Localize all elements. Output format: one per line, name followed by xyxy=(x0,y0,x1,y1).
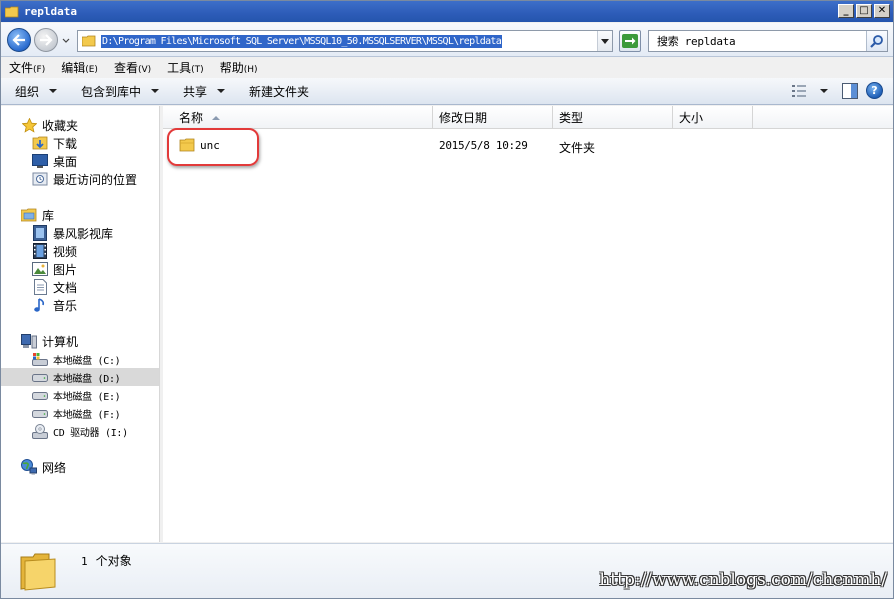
folder-icon xyxy=(82,35,96,47)
nav-pictures[interactable]: 图片 xyxy=(1,260,159,278)
preview-pane-icon[interactable] xyxy=(842,82,858,99)
column-header: 名称 修改日期 类型 大小 xyxy=(163,106,893,129)
film-icon xyxy=(32,243,48,259)
share-button[interactable]: 共享 xyxy=(183,83,226,100)
new-folder-button[interactable]: 新建文件夹 xyxy=(249,83,309,100)
address-path[interactable]: D:\Program Files\Microsoft SQL Server\MS… xyxy=(101,34,503,48)
desktop-icon xyxy=(32,153,48,169)
nav-storm-video-library[interactable]: 暴风影视库 xyxy=(1,224,159,242)
file-type-cell: 文件夹 xyxy=(559,141,596,155)
command-bar: 组织 包含到库中 共享 新建文件夹 ? xyxy=(1,78,893,105)
organize-button[interactable]: 组织 xyxy=(15,83,58,100)
hard-drive-icon xyxy=(32,387,48,403)
nav-libraries[interactable]: 库 xyxy=(1,206,159,224)
arrow-right-icon xyxy=(40,34,53,46)
maximize-button[interactable]: □ xyxy=(856,4,872,18)
nav-computer[interactable]: 计算机 xyxy=(1,332,159,350)
hard-drive-icon xyxy=(32,405,48,421)
search-button[interactable] xyxy=(866,31,887,51)
title-bar[interactable]: repldata _ □ ✕ xyxy=(1,1,893,22)
details-view-icon xyxy=(792,84,806,97)
nav-recent-places[interactable]: 最近访问的位置 xyxy=(1,170,159,188)
search-input[interactable]: 搜索 repldata xyxy=(657,33,736,49)
arrow-left-icon xyxy=(12,34,25,46)
address-row: D:\Program Files\Microsoft SQL Server\MS… xyxy=(1,23,893,57)
navigation-pane: 收藏夹 下载 桌面 最近访问的位置 库 暴风影视库 视频 图片 文档 音乐 计算… xyxy=(1,106,160,542)
help-icon[interactable]: ? xyxy=(866,82,883,99)
column-name[interactable]: 名称 xyxy=(163,106,433,129)
cd-drive-icon xyxy=(32,423,48,439)
window-controls: _ □ ✕ xyxy=(838,4,890,18)
download-folder-icon xyxy=(32,135,48,151)
nav-drive-c[interactable]: 本地磁盘 (C:) xyxy=(1,350,159,368)
chevron-down-icon xyxy=(601,38,609,44)
folder-large-icon xyxy=(20,553,56,591)
video-library-icon xyxy=(32,225,48,241)
view-controls: ? xyxy=(792,82,883,99)
folder-icon xyxy=(5,6,19,17)
explorer-window: repldata _ □ ✕ D:\Program Files\Microsof… xyxy=(0,0,894,599)
nav-cd-drive[interactable]: CD 驱动器 (I:) xyxy=(1,422,159,440)
library-icon xyxy=(21,207,37,223)
nav-documents[interactable]: 文档 xyxy=(1,278,159,296)
nav-downloads[interactable]: 下载 xyxy=(1,134,159,152)
menu-edit[interactable]: 编辑(E) xyxy=(61,59,98,76)
file-list-pane: 名称 修改日期 类型 大小 unc 2015/5/8 10:29 文件夹 xyxy=(163,106,893,542)
picture-icon xyxy=(32,261,48,277)
star-icon xyxy=(21,117,37,133)
include-in-library-button[interactable]: 包含到库中 xyxy=(81,83,160,100)
watermark: http://www.cnblogs.com/chenmh/ xyxy=(599,570,887,590)
nav-drive-e[interactable]: 本地磁盘 (E:) xyxy=(1,386,159,404)
column-date-modified[interactable]: 修改日期 xyxy=(433,106,553,129)
nav-favorites[interactable]: 收藏夹 xyxy=(1,116,159,134)
menu-tools[interactable]: 工具(T) xyxy=(167,59,204,76)
file-date-cell: 2015/5/8 10:29 xyxy=(439,139,528,152)
nav-drive-d[interactable]: 本地磁盘 (D:) xyxy=(1,368,159,386)
item-count: 1 个对象 xyxy=(81,554,132,568)
nav-desktop[interactable]: 桌面 xyxy=(1,152,159,170)
search-icon xyxy=(870,35,883,48)
address-dropdown-button[interactable] xyxy=(597,31,612,51)
caret-down-icon xyxy=(217,89,226,93)
system-drive-icon xyxy=(32,351,48,367)
menu-file[interactable]: 文件(F) xyxy=(9,59,45,76)
nav-drive-f[interactable]: 本地磁盘 (F:) xyxy=(1,404,159,422)
red-highlight-annotation xyxy=(167,128,259,166)
change-view-button[interactable] xyxy=(792,84,808,98)
recent-pages-chevron-down-icon[interactable] xyxy=(61,36,71,46)
computer-icon xyxy=(21,333,37,349)
view-options-caret-icon[interactable] xyxy=(820,88,828,93)
forward-button[interactable] xyxy=(34,28,58,52)
refresh-button[interactable] xyxy=(619,30,641,52)
network-globe-icon xyxy=(21,459,37,475)
refresh-icon xyxy=(622,34,638,48)
caret-down-icon xyxy=(49,89,58,93)
nav-network[interactable]: 网络 xyxy=(1,458,159,476)
hard-drive-icon xyxy=(32,369,48,385)
column-size[interactable]: 大小 xyxy=(673,106,753,129)
recent-places-icon xyxy=(32,171,48,187)
caret-down-icon xyxy=(151,89,160,93)
file-row[interactable]: unc 2015/5/8 10:29 文件夹 xyxy=(163,134,893,156)
nav-videos[interactable]: 视频 xyxy=(1,242,159,260)
menu-help[interactable]: 帮助(H) xyxy=(220,59,258,76)
address-bar[interactable]: D:\Program Files\Microsoft SQL Server\MS… xyxy=(77,30,613,52)
column-type[interactable]: 类型 xyxy=(553,106,673,129)
details-pane: 1 个对象 http://www.cnblogs.com/chenmh/ xyxy=(1,543,893,598)
sort-ascending-icon xyxy=(212,115,221,120)
close-button[interactable]: ✕ xyxy=(874,4,890,18)
window-title: repldata xyxy=(24,5,77,18)
search-box[interactable]: 搜索 repldata xyxy=(648,30,888,52)
document-icon xyxy=(32,279,48,295)
back-button[interactable] xyxy=(7,28,31,52)
menu-view[interactable]: 查看(V) xyxy=(114,59,151,76)
music-note-icon xyxy=(32,297,48,313)
minimize-button[interactable]: _ xyxy=(838,4,854,18)
nav-music[interactable]: 音乐 xyxy=(1,296,159,314)
menu-bar: 文件(F) 编辑(E) 查看(V) 工具(T) 帮助(H) xyxy=(1,57,893,77)
